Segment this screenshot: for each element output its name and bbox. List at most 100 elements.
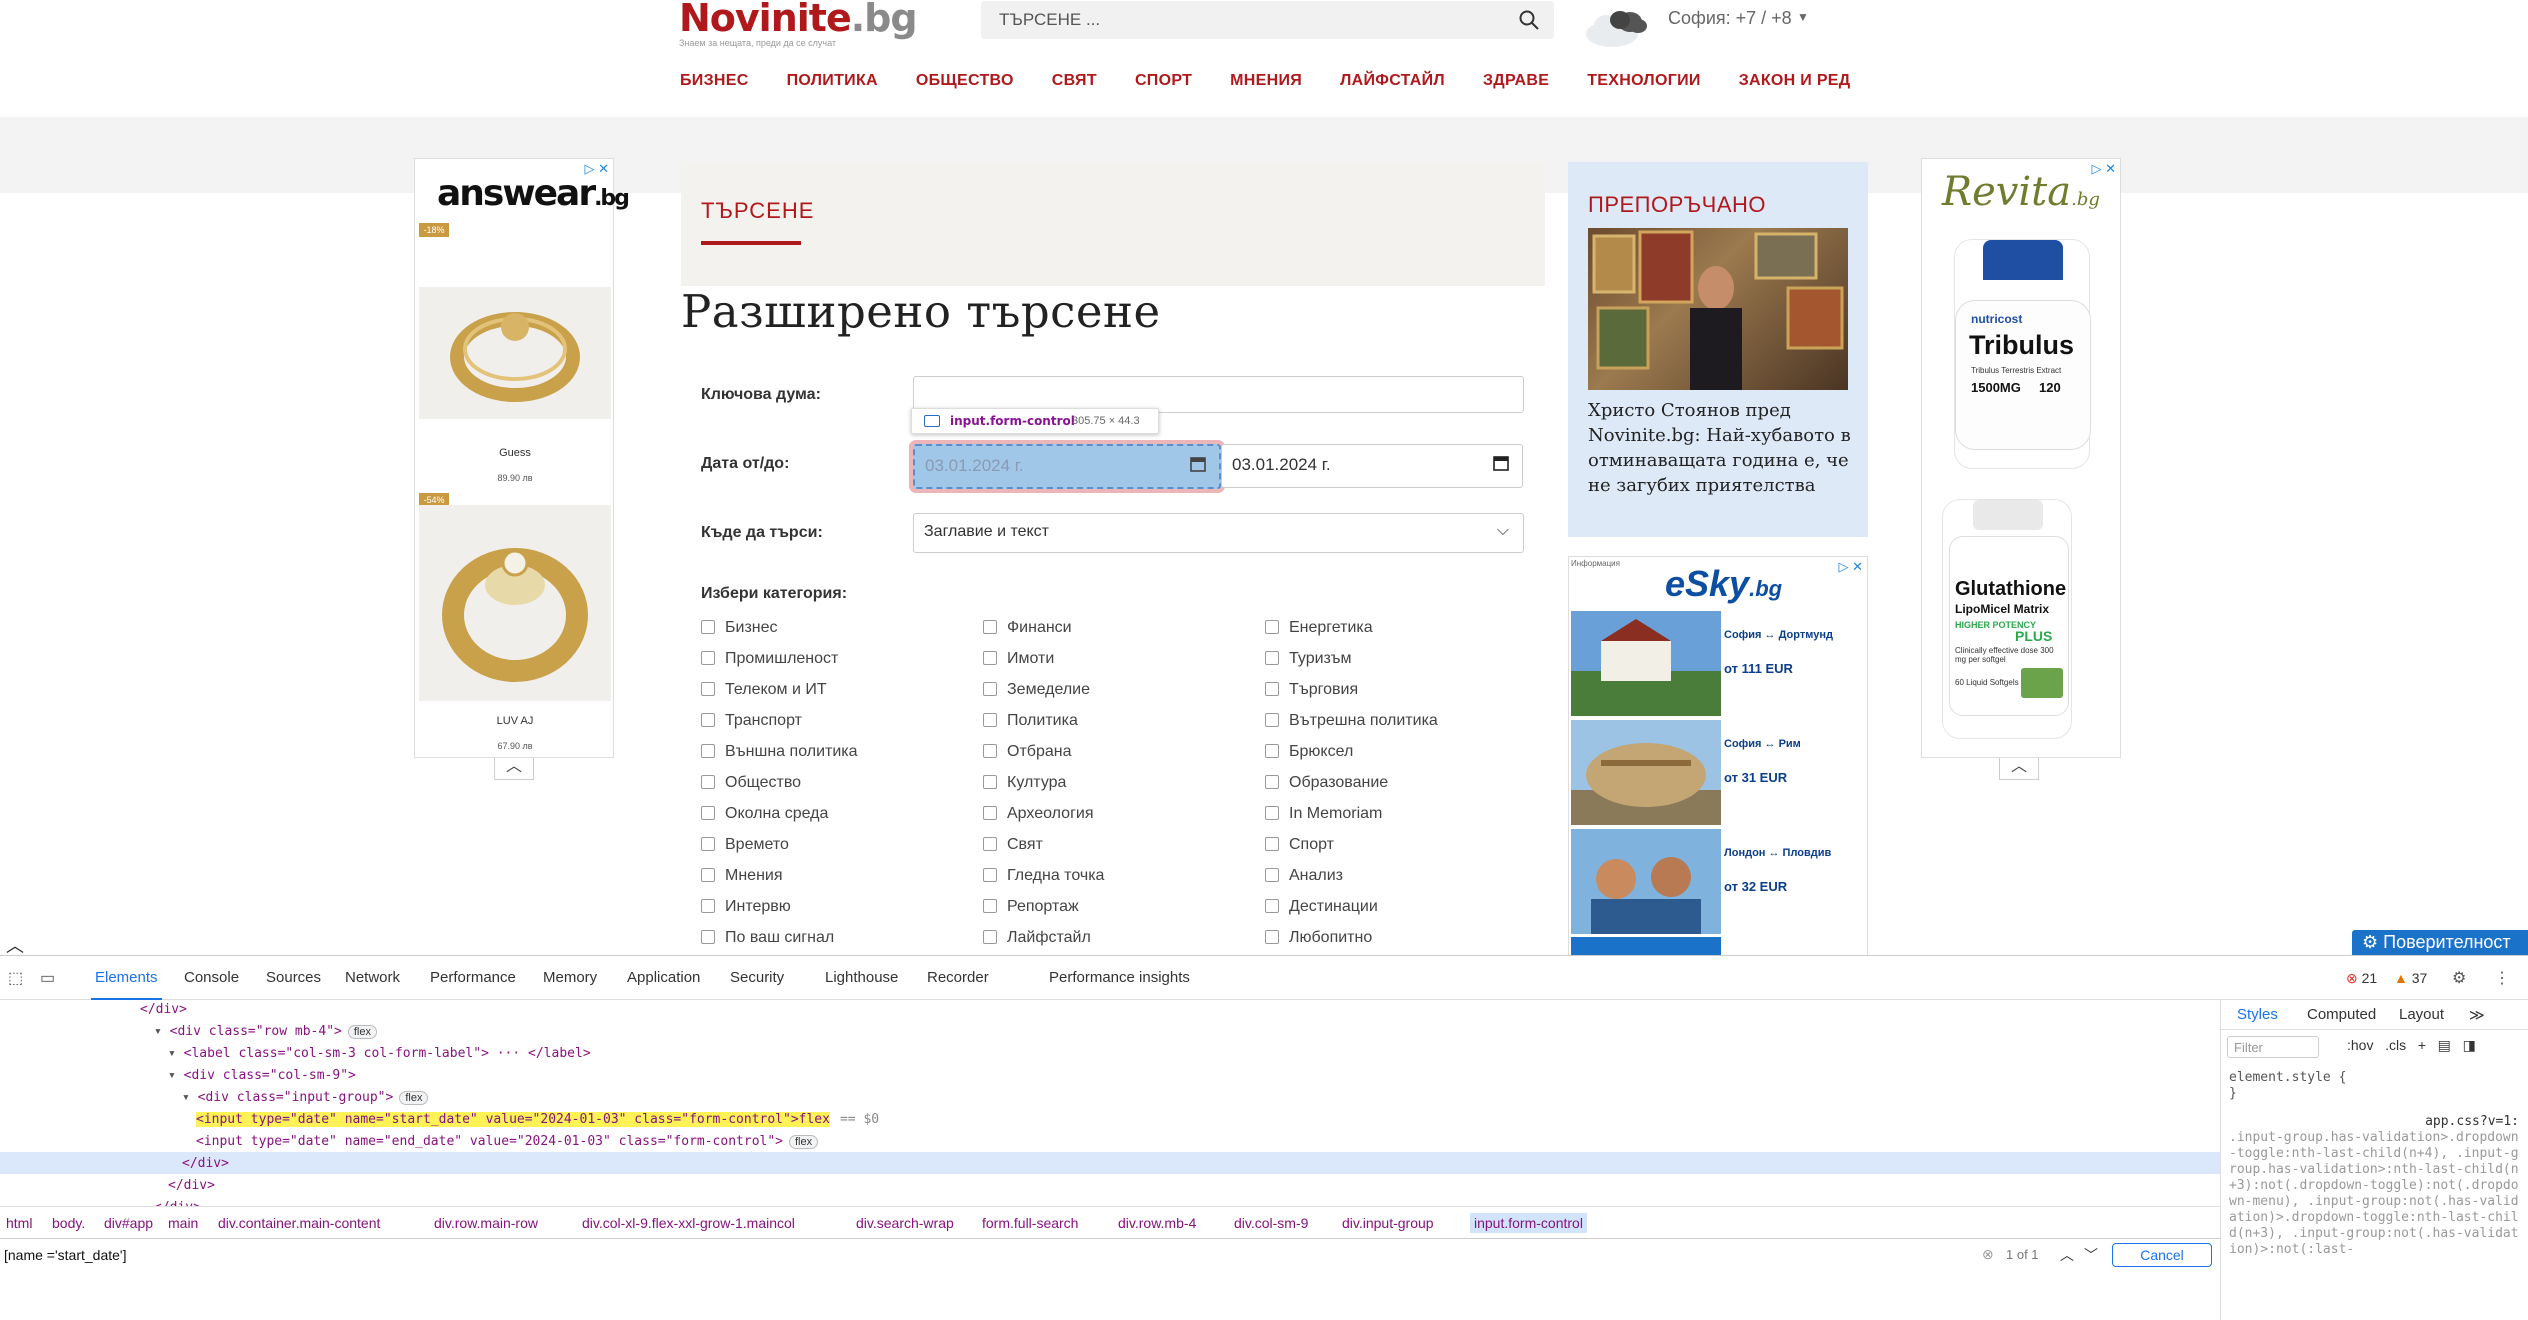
tab-layout[interactable]: Layout <box>2399 1006 2444 1023</box>
breadcrumb-item[interactable]: div#app <box>104 1215 153 1231</box>
more-options-icon[interactable]: ⋮ <box>2494 968 2510 988</box>
breadcrumb-item[interactable]: html <box>6 1215 32 1231</box>
ad-banner-left[interactable]: ▷ ✕ answear.bg -18% Guess 89.90 лв -54% … <box>414 158 630 758</box>
selected-dom-node[interactable]: <input type="date" name="start_date" val… <box>196 1112 879 1127</box>
breadcrumb-item[interactable]: body. <box>52 1215 85 1231</box>
checkbox-box[interactable] <box>983 868 997 882</box>
nav-item-opinions[interactable]: МНЕНИЯ <box>1230 72 1302 100</box>
checkbox-box[interactable] <box>1265 620 1279 634</box>
tab-performance-insights[interactable]: Performance insights <box>1049 969 1190 986</box>
tab-performance[interactable]: Performance <box>430 969 516 986</box>
checkbox-box[interactable] <box>983 899 997 913</box>
checkbox-box[interactable] <box>983 806 997 820</box>
nav-item-society[interactable]: ОБЩЕСТВО <box>916 72 1014 100</box>
checkbox-box[interactable] <box>701 775 715 789</box>
dom-node-line[interactable]: </div> <box>140 1002 187 1017</box>
dom-node-line[interactable]: ▾ <div class="row mb-4"> flex <box>154 1024 377 1039</box>
category-checkbox[interactable]: Времето <box>701 836 789 854</box>
breadcrumb-item[interactable]: div.search-wrap <box>856 1215 954 1231</box>
site-logo[interactable]: Novinite.bg Знаем за нещата, преди да се… <box>679 0 918 48</box>
tab-lighthouse[interactable]: Lighthouse <box>825 969 898 986</box>
tab-elements[interactable]: Elements <box>91 969 162 1000</box>
breadcrumb-item[interactable]: div.row.main-row <box>434 1215 538 1231</box>
tab-console[interactable]: Console <box>184 969 239 986</box>
error-count[interactable]: ⊗ 21 <box>2346 970 2377 987</box>
category-checkbox[interactable]: Околна среда <box>701 805 828 823</box>
checkbox-box[interactable] <box>701 744 715 758</box>
expand-triangle-icon[interactable]: ▾ <box>182 1090 198 1105</box>
category-checkbox[interactable]: Спорт <box>1265 836 1334 854</box>
checkbox-box[interactable] <box>701 806 715 820</box>
checkbox-box[interactable] <box>701 713 715 727</box>
category-checkbox[interactable]: Търговия <box>1265 681 1358 699</box>
category-checkbox[interactable]: Финанси <box>983 619 1072 637</box>
breadcrumb-item[interactable]: form.full-search <box>982 1215 1078 1231</box>
end-date-input[interactable]: 03.01.2024 г. <box>1221 444 1523 488</box>
category-checkbox[interactable]: Политика <box>983 712 1078 730</box>
nav-item-law[interactable]: ЗАКОН И РЕД <box>1739 72 1851 100</box>
category-checkbox[interactable]: Туризъм <box>1265 650 1352 668</box>
clear-icon[interactable]: ⊗ <box>1982 1246 1994 1263</box>
start-date-input[interactable]: 03.01.2024 г. <box>909 440 1225 493</box>
breadcrumb-item[interactable]: div.col-xl-9.flex-xxl-grow-1.maincol <box>582 1215 795 1231</box>
element-style-rule[interactable]: element.style { <box>2229 1070 2519 1086</box>
category-checkbox[interactable]: Бизнес <box>701 619 778 637</box>
dom-node-line[interactable]: </div> <box>182 1156 229 1171</box>
privacy-button[interactable]: ⚙ Поверителност <box>2352 930 2528 955</box>
category-checkbox[interactable]: Промишленост <box>701 650 838 668</box>
checkbox-box[interactable] <box>983 775 997 789</box>
settings-gear-icon[interactable]: ⚙ <box>2452 968 2466 988</box>
checkbox-box[interactable] <box>1265 930 1279 944</box>
category-checkbox[interactable]: Мнения <box>701 867 783 885</box>
category-checkbox[interactable]: Образование <box>1265 774 1388 792</box>
tab-sources[interactable]: Sources <box>266 969 321 986</box>
category-checkbox[interactable]: In Memoriam <box>1265 805 1382 823</box>
dom-node-line[interactable]: <input type="date" name="end_date" value… <box>196 1134 819 1149</box>
checkbox-box[interactable] <box>1265 775 1279 789</box>
checkbox-box[interactable] <box>1265 899 1279 913</box>
category-checkbox[interactable]: Брюксел <box>1265 743 1353 761</box>
nav-item-business[interactable]: БИЗНЕС <box>680 72 749 100</box>
checkbox-box[interactable] <box>1265 651 1279 665</box>
category-checkbox[interactable]: Транспорт <box>701 712 802 730</box>
element-state-icon[interactable]: ▤ <box>2438 1037 2451 1053</box>
checkbox-box[interactable] <box>701 651 715 665</box>
ring-product-image[interactable] <box>419 287 611 419</box>
nav-item-world[interactable]: СВЯТ <box>1052 72 1097 100</box>
checkbox-box[interactable] <box>701 868 715 882</box>
device-toolbar-icon[interactable]: ▭ <box>40 968 55 988</box>
nav-item-technology[interactable]: ТЕХНОЛОГИИ <box>1587 72 1700 100</box>
calendar-icon[interactable] <box>1189 455 1207 473</box>
hov-toggle[interactable]: :hov <box>2347 1037 2373 1053</box>
tab-application[interactable]: Application <box>627 969 700 986</box>
category-checkbox[interactable]: Енергетика <box>1265 619 1373 637</box>
inspect-element-icon[interactable]: ⬚ <box>8 968 23 988</box>
checkbox-box[interactable] <box>1265 744 1279 758</box>
flex-badge[interactable]: flex <box>347 1025 377 1039</box>
expand-triangle-icon[interactable]: ▾ <box>154 1024 170 1039</box>
warning-count[interactable]: ▲ 37 <box>2394 970 2427 986</box>
nav-item-health[interactable]: ЗДРАВЕ <box>1483 72 1549 100</box>
new-rule-icon[interactable]: + <box>2418 1037 2426 1053</box>
tab-recorder[interactable]: Recorder <box>927 969 989 986</box>
tab-computed[interactable]: Computed <box>2307 1006 2376 1023</box>
ad-collapse-button[interactable]: ︿ <box>1999 758 2039 780</box>
category-checkbox[interactable]: Интервю <box>701 898 791 916</box>
category-checkbox[interactable]: Дестинации <box>1265 898 1378 916</box>
breadcrumb-item[interactable]: div.input-group <box>1342 1215 1434 1231</box>
ring-product-image[interactable] <box>419 505 611 701</box>
category-checkbox[interactable]: Любопитно <box>1265 929 1372 947</box>
breadcrumb-item[interactable]: div.container.main-content <box>218 1215 380 1231</box>
category-checkbox[interactable]: Свят <box>983 836 1043 854</box>
tab-memory[interactable]: Memory <box>543 969 597 986</box>
styles-filter-input[interactable]: Filter <box>2227 1036 2319 1058</box>
expand-triangle-icon[interactable]: ▾ <box>168 1046 184 1061</box>
dom-node-line[interactable]: ▾ <label class="col-sm-3 col-form-label"… <box>168 1046 591 1061</box>
expand-triangle-icon[interactable]: ▾ <box>168 1068 184 1083</box>
category-checkbox[interactable]: Репортаж <box>983 898 1079 916</box>
checkbox-box[interactable] <box>983 744 997 758</box>
flex-badge[interactable]: flex <box>399 1091 429 1105</box>
category-checkbox[interactable]: Анализ <box>1265 867 1343 885</box>
ad-banner-right[interactable]: ▷ ✕ Revita.bg nutricost Tribulus Tribulu… <box>1921 158 2121 758</box>
checkbox-box[interactable] <box>983 651 997 665</box>
